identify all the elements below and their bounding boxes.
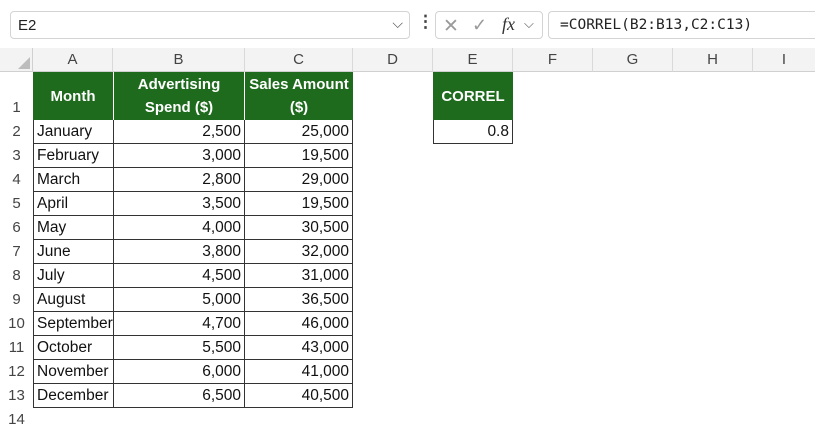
month-cell[interactable]: September bbox=[33, 312, 114, 336]
month-cell[interactable]: July bbox=[33, 264, 114, 288]
header-cell-ad-spend[interactable]: Advertising Spend ($) bbox=[114, 72, 245, 120]
correl-header-cell[interactable]: CORREL bbox=[433, 72, 513, 120]
sales-cell[interactable]: 43,000 bbox=[245, 336, 353, 360]
sales-cell[interactable]: 29,000 bbox=[245, 168, 353, 192]
row-header-10[interactable]: 10 bbox=[0, 312, 33, 336]
row-header-11[interactable]: 11 bbox=[0, 336, 33, 360]
column-header-h[interactable]: H bbox=[673, 48, 753, 72]
column-header-e[interactable]: E bbox=[433, 48, 513, 72]
formula-bar: E2 ⌵ ⋮ ✕ ✓ fx ⌵ =CORREL(B2:B13,C2:C13) bbox=[0, 0, 815, 48]
row-header-13[interactable]: 13 bbox=[0, 384, 33, 408]
ad-spend-cell[interactable]: 4,000 bbox=[114, 216, 245, 240]
header-cell-sales[interactable]: Sales Amount ($) bbox=[245, 72, 353, 120]
month-cell[interactable]: March bbox=[33, 168, 114, 192]
sales-cell[interactable]: 36,500 bbox=[245, 288, 353, 312]
row-header-9[interactable]: 9 bbox=[0, 288, 33, 312]
select-all-corner[interactable] bbox=[0, 48, 33, 72]
ad-spend-cell[interactable]: 5,000 bbox=[114, 288, 245, 312]
row-header-6[interactable]: 6 bbox=[0, 216, 33, 240]
sales-cell[interactable]: 40,500 bbox=[245, 384, 353, 408]
more-options-icon[interactable]: ⋮ bbox=[417, 12, 434, 32]
ad-spend-cell[interactable]: 3,500 bbox=[114, 192, 245, 216]
month-cell[interactable]: November bbox=[33, 360, 114, 384]
ad-spend-cell[interactable]: 6,500 bbox=[114, 384, 245, 408]
sales-cell[interactable]: 41,000 bbox=[245, 360, 353, 384]
row-header-5[interactable]: 5 bbox=[0, 192, 33, 216]
ad-spend-cell[interactable]: 3,000 bbox=[114, 144, 245, 168]
sales-cell[interactable]: 32,000 bbox=[245, 240, 353, 264]
correl-value-cell[interactable]: 0.8 bbox=[433, 120, 513, 144]
sales-cell[interactable]: 30,500 bbox=[245, 216, 353, 240]
month-cell[interactable]: June bbox=[33, 240, 114, 264]
chevron-down-icon[interactable]: ⌵ bbox=[392, 15, 403, 32]
confirm-icon[interactable]: ✓ bbox=[472, 15, 487, 36]
chevron-down-icon[interactable]: ⌵ bbox=[524, 16, 534, 32]
name-box[interactable]: E2 ⌵ bbox=[10, 11, 410, 39]
cancel-icon[interactable]: ✕ bbox=[443, 15, 459, 38]
column-header-g[interactable]: G bbox=[593, 48, 673, 72]
month-cell[interactable]: February bbox=[33, 144, 114, 168]
column-header-c[interactable]: C bbox=[245, 48, 353, 72]
row-header-1[interactable]: 1 bbox=[0, 72, 33, 120]
name-box-value: E2 bbox=[18, 17, 37, 34]
column-header-d[interactable]: D bbox=[353, 48, 433, 72]
column-header-a[interactable]: A bbox=[33, 48, 113, 72]
row-header-3[interactable]: 3 bbox=[0, 144, 33, 168]
ad-spend-cell[interactable]: 4,700 bbox=[114, 312, 245, 336]
formula-input[interactable]: =CORREL(B2:B13,C2:C13) bbox=[548, 11, 815, 39]
month-cell[interactable]: October bbox=[33, 336, 114, 360]
ad-spend-cell[interactable]: 2,500 bbox=[114, 120, 245, 144]
sales-cell[interactable]: 31,000 bbox=[245, 264, 353, 288]
ad-spend-cell[interactable]: 4,500 bbox=[114, 264, 245, 288]
insert-function-icon[interactable]: fx bbox=[502, 14, 515, 35]
formula-actions: ✕ ✓ fx ⌵ bbox=[435, 11, 543, 39]
ad-spend-cell[interactable]: 3,800 bbox=[114, 240, 245, 264]
sales-cell[interactable]: 19,500 bbox=[245, 192, 353, 216]
month-cell[interactable]: January bbox=[33, 120, 114, 144]
month-cell[interactable]: August bbox=[33, 288, 114, 312]
sales-cell[interactable]: 46,000 bbox=[245, 312, 353, 336]
row-header-8[interactable]: 8 bbox=[0, 264, 33, 288]
spreadsheet-grid[interactable]: A B C D E F G H I 1 2 3 4 5 6 7 8 9 10 1… bbox=[0, 48, 815, 425]
ad-spend-cell[interactable]: 6,000 bbox=[114, 360, 245, 384]
ad-spend-cell[interactable]: 5,500 bbox=[114, 336, 245, 360]
month-cell[interactable]: May bbox=[33, 216, 114, 240]
row-header-7[interactable]: 7 bbox=[0, 240, 33, 264]
month-cell[interactable]: April bbox=[33, 192, 114, 216]
column-header-b[interactable]: B bbox=[113, 48, 245, 72]
column-header-i[interactable]: I bbox=[753, 48, 815, 72]
month-cell[interactable]: December bbox=[33, 384, 114, 408]
header-cell-month[interactable]: Month bbox=[33, 72, 114, 120]
row-header-2[interactable]: 2 bbox=[0, 120, 33, 144]
sales-cell[interactable]: 25,000 bbox=[245, 120, 353, 144]
row-header-14[interactable]: 14 bbox=[0, 408, 33, 425]
row-header-12[interactable]: 12 bbox=[0, 360, 33, 384]
column-header-f[interactable]: F bbox=[513, 48, 593, 72]
row-header-4[interactable]: 4 bbox=[0, 168, 33, 192]
sales-cell[interactable]: 19,500 bbox=[245, 144, 353, 168]
formula-text: =CORREL(B2:B13,C2:C13) bbox=[560, 17, 753, 33]
ad-spend-cell[interactable]: 2,800 bbox=[114, 168, 245, 192]
